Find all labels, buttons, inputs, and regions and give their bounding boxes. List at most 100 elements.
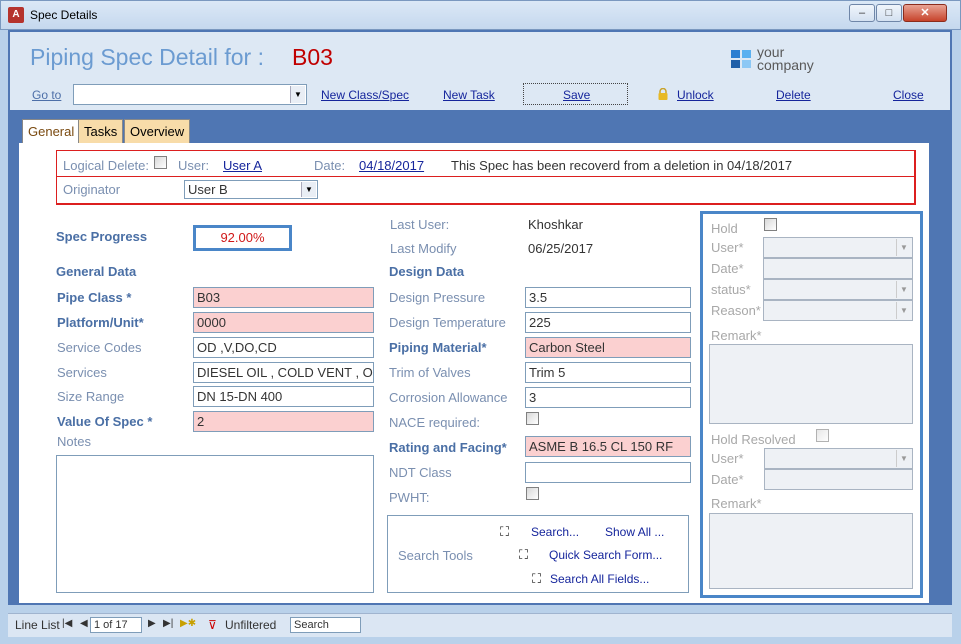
hold-reason-combobox[interactable]: ▼ [763, 300, 913, 321]
goto-combobox[interactable]: ▼ [73, 84, 307, 105]
platform-unit-field[interactable]: 0000 [193, 312, 374, 333]
originator-combobox[interactable]: User B ▼ [184, 180, 318, 199]
hold-status-label: status* [711, 282, 751, 297]
company-logo-text: your company [757, 45, 814, 72]
new-record-icon[interactable]: ▶✱ [180, 618, 196, 629]
tab-overview[interactable]: Overview [124, 119, 191, 143]
hold-checkbox[interactable] [764, 218, 777, 231]
pipe-class-field[interactable]: B03 [193, 287, 374, 308]
platform-unit-label: Platform/Unit* [57, 315, 144, 330]
delete-button[interactable]: Delete [776, 88, 811, 102]
hold-resolved-label: Hold Resolved [711, 432, 796, 447]
chevron-down-icon[interactable]: ▼ [896, 281, 911, 298]
trim-of-valves-field[interactable]: Trim 5 [525, 362, 691, 383]
binoculars-icon: ⛶ [500, 524, 510, 539]
chevron-down-icon[interactable]: ▼ [290, 86, 305, 103]
chevron-down-icon[interactable]: ▼ [896, 239, 911, 256]
resolved-remark-label: Remark* [711, 496, 762, 511]
hold-date-label: Date* [711, 261, 744, 276]
rating-facing-label: Rating and Facing* [389, 440, 507, 455]
search-all-fields-link[interactable]: Search All Fields... [550, 572, 649, 586]
minimize-button[interactable]: – [849, 4, 875, 22]
design-data-heading: Design Data [389, 264, 465, 279]
chevron-down-icon[interactable]: ▼ [896, 302, 911, 319]
size-range-field[interactable]: DN 15-DN 400 [193, 386, 374, 407]
last-modify-label: Last Modify [390, 241, 457, 256]
corrosion-allowance-label: Corrosion Allowance [389, 390, 508, 405]
logical-delete-checkbox[interactable] [154, 156, 167, 169]
design-temperature-field[interactable]: 225 [525, 312, 691, 333]
logical-date-label: Date: [314, 158, 346, 173]
logical-delete-message: This Spec has been recoverd from a delet… [451, 158, 793, 173]
current-record-field[interactable]: 1 of 17 [90, 617, 142, 633]
resolved-user-combobox[interactable]: ▼ [764, 448, 913, 469]
record-search-input[interactable]: Search [290, 617, 361, 633]
new-task-button[interactable]: New Task [443, 88, 495, 102]
design-pressure-field[interactable]: 3.5 [525, 287, 691, 308]
hold-status-combobox[interactable]: ▼ [763, 279, 913, 300]
originator-label: Originator [63, 182, 121, 197]
last-record-icon[interactable]: ▶| [163, 618, 173, 629]
chevron-down-icon[interactable]: ▼ [301, 182, 316, 197]
trim-of-valves-label: Trim of Valves [389, 365, 471, 380]
value-of-spec-field[interactable]: 2 [193, 411, 374, 432]
logical-date-value[interactable]: 04/18/2017 [359, 158, 424, 173]
hold-reason-label: Reason* [711, 303, 761, 318]
last-modify-value: 06/25/2017 [528, 241, 594, 256]
value-of-spec-label: Value Of Spec * [57, 414, 153, 429]
originator-value: User B [188, 182, 228, 197]
rating-facing-field[interactable]: ASME B 16.5 CL 150 RF [525, 436, 691, 457]
nace-required-checkbox[interactable] [526, 412, 539, 425]
pwht-checkbox[interactable] [526, 487, 539, 500]
services-label: Services [57, 365, 107, 380]
close-button[interactable]: Close [893, 88, 924, 102]
window-title: Spec Details [30, 8, 98, 22]
window-close-button[interactable]: ✕ [903, 4, 947, 22]
service-codes-field[interactable]: OD ,V,DO,CD [193, 337, 374, 358]
notes-textarea[interactable] [56, 455, 374, 593]
design-pressure-label: Design Pressure [389, 290, 486, 305]
pipe-class-label: Pipe Class * [57, 290, 132, 305]
search-link[interactable]: Search... [531, 525, 579, 539]
filter-status[interactable]: Unfiltered [225, 618, 276, 632]
logical-user-label: User: [178, 158, 210, 173]
unlock-button[interactable]: Unlock [677, 88, 714, 102]
first-record-icon[interactable]: |◀ [62, 618, 72, 629]
company-logo-icon [731, 50, 753, 70]
resolved-date-field[interactable] [764, 469, 913, 490]
pwht-label: PWHT: [389, 490, 430, 505]
ndt-class-field[interactable] [525, 462, 691, 483]
chevron-down-icon[interactable]: ▼ [896, 450, 911, 467]
corrosion-allowance-field[interactable]: 3 [525, 387, 691, 408]
service-codes-label: Service Codes [57, 340, 142, 355]
resolved-date-label: Date* [711, 472, 744, 487]
show-all-link[interactable]: Show All ... [605, 525, 664, 539]
design-temperature-label: Design Temperature [389, 315, 506, 330]
next-record-icon[interactable]: ▶ [148, 618, 156, 629]
previous-record-icon[interactable]: ◀ [80, 618, 88, 629]
piping-material-field[interactable]: Carbon Steel [525, 337, 691, 358]
save-button[interactable]: Save [563, 88, 590, 102]
filter-icon: ⊽ [208, 618, 217, 632]
hold-date-field[interactable] [763, 258, 913, 279]
services-field[interactable]: DIESEL OIL , COLD VENT , O [193, 362, 374, 383]
binoculars-icon: ⛶ [519, 547, 529, 562]
lock-icon [657, 87, 669, 100]
tab-tasks[interactable]: Tasks [78, 119, 124, 143]
hold-user-combobox[interactable]: ▼ [763, 237, 913, 258]
hold-label: Hold [711, 221, 738, 236]
hold-resolved-checkbox[interactable] [816, 429, 829, 442]
new-class-spec-button[interactable]: New Class/Spec [321, 88, 409, 102]
resolved-remark-textarea[interactable] [709, 513, 913, 589]
last-user-label: Last User: [390, 217, 450, 232]
nace-required-label: NACE required: [389, 415, 481, 430]
access-app-icon: A [8, 7, 24, 23]
quick-search-form-link[interactable]: Quick Search Form... [549, 548, 662, 562]
hold-remark-textarea[interactable] [709, 344, 913, 424]
maximize-button[interactable]: □ [876, 4, 902, 22]
hold-user-label: User* [711, 240, 744, 255]
form-title: Piping Spec Detail for : [30, 44, 264, 70]
search-tools-label: Search Tools [398, 548, 473, 563]
tab-general[interactable]: General [22, 119, 81, 144]
logical-user-value[interactable]: User A [223, 158, 262, 173]
